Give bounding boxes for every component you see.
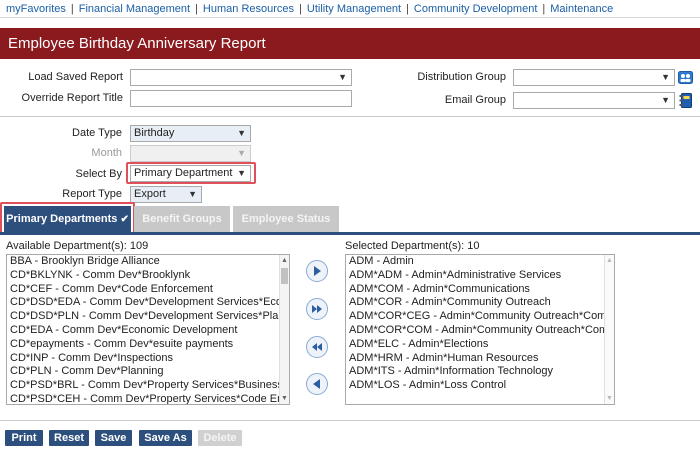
arrow-right-icon [314,266,321,276]
report-type-value: Export [134,188,166,200]
chevron-down-icon: ▼ [661,95,670,105]
list-item[interactable]: CD*EDA - Comm Dev*Economic Development [7,324,289,338]
list-item[interactable]: CD*DSD*EDA - Comm Dev*Development Servic… [7,296,289,310]
top-nav: myFavorites | Financial Management | Hum… [0,0,700,18]
list-scrollbar[interactable]: ▲ ▼ [279,255,289,404]
scroll-down-icon[interactable]: ▼ [606,395,613,402]
list-item[interactable]: ADM*ELC - Admin*Elections [346,338,614,352]
override-report-title-input[interactable] [130,90,352,107]
move-right-button[interactable] [306,260,328,282]
tab-label: Benefit Groups [142,213,222,225]
save-as-button[interactable]: Save As [139,430,192,446]
list-scrollbar[interactable]: ▲ ▼ [604,255,614,404]
selected-departments-label: Selected Department(s): 10 [345,240,480,252]
date-type-select[interactable]: Birthday ▼ [130,125,251,142]
list-item[interactable]: ADM*ADM - Admin*Administrative Services [346,269,614,283]
load-saved-report-label: Load Saved Report [28,71,123,83]
list-item[interactable]: ADM*ITS - Admin*Information Technology [346,365,614,379]
list-item[interactable]: ADM*COR - Admin*Community Outreach [346,296,614,310]
available-departments-list[interactable]: BBA - Brooklyn Bridge Alliance CD*BKLYNK… [6,254,290,405]
arrow-left-icon [313,379,320,389]
list-item[interactable]: ADM - Admin [346,255,614,269]
chevron-down-icon: ▼ [661,72,670,82]
list-item[interactable]: CD*PLN - Comm Dev*Planning [7,365,289,379]
select-by-select[interactable]: Primary Department ▼ [130,165,251,182]
nav-human-resources[interactable]: Human Resources [203,3,294,15]
nav-separator: | [299,2,302,15]
nav-financial-management[interactable]: Financial Management [79,3,190,15]
month-select[interactable]: ▼ [130,145,251,162]
nav-maintenance[interactable]: Maintenance [550,3,613,15]
list-item[interactable]: CD*INP - Comm Dev*Inspections [7,352,289,366]
list-item[interactable]: CD*epayments - Comm Dev*esuite payments [7,338,289,352]
save-button[interactable]: Save [95,430,132,446]
tab-label: Employee Status [241,213,331,225]
nav-separator: | [195,2,198,15]
distribution-group-edit-button[interactable] [678,70,693,85]
month-label: Month [91,147,122,159]
scroll-up-icon[interactable]: ▲ [606,257,613,264]
chevron-down-icon: ▼ [338,72,347,82]
list-item[interactable]: CD*CEF - Comm Dev*Code Enforcement [7,283,289,297]
chevron-down-icon: ▼ [237,148,246,158]
list-item[interactable]: CD*BKLYNK - Comm Dev*Brooklynk [7,269,289,283]
distribution-group-select[interactable]: ▼ [513,69,675,86]
tab-employee-status[interactable]: Employee Status [233,206,339,232]
load-saved-report-select[interactable]: ▼ [130,69,352,86]
email-group-label: Email Group [444,94,506,106]
nav-community-development[interactable]: Community Development [414,3,538,15]
list-item[interactable]: ADM*COR*COM - Admin*Community Outreach*C… [346,324,614,338]
double-arrow-left-icon [312,343,322,351]
list-item[interactable]: BBA - Brooklyn Bridge Alliance [7,255,289,269]
move-all-left-button[interactable] [306,336,328,358]
scroll-down-icon[interactable]: ▼ [281,395,288,402]
nav-separator: | [542,2,546,15]
nav-separator: | [70,2,74,15]
tab-highlight [0,202,135,234]
reset-button[interactable]: Reset [49,430,89,446]
move-all-right-button[interactable] [306,298,328,320]
list-item[interactable]: ADM*COR*CEG - Admin*Community Outreach*C… [346,310,614,324]
date-type-value: Birthday [134,127,175,139]
scroll-thumb[interactable] [281,268,288,284]
double-arrow-right-icon [312,305,322,313]
list-item[interactable]: ADM*COM - Admin*Communications [346,283,614,297]
email-group-book-button[interactable] [678,93,693,108]
list-item[interactable]: ADM*LOS - Admin*Loss Control [346,379,614,393]
select-by-label: Select By [75,168,122,180]
chevron-down-icon: ▼ [188,189,197,199]
chevron-down-icon: ▼ [237,168,246,178]
scroll-up-icon[interactable]: ▲ [281,257,288,264]
list-item[interactable]: CD*PSD*BRL - Comm Dev*Property Services*… [7,379,289,393]
report-type-label: Report Type [62,188,122,200]
divider [0,116,700,117]
report-type-select[interactable]: Export ▼ [130,186,202,203]
date-type-label: Date Type [72,127,122,139]
override-report-title-label: Override Report Title [21,92,123,104]
chevron-down-icon: ▼ [237,128,246,138]
people-card-icon [678,71,693,84]
tab-benefit-groups[interactable]: Benefit Groups [134,206,230,232]
available-departments-label: Available Department(s): 109 [6,240,149,252]
tab-underline [0,232,700,235]
nav-separator: | [406,2,409,15]
list-item[interactable]: CD*DSD*PLN - Comm Dev*Development Servic… [7,310,289,324]
nav-utility-management[interactable]: Utility Management [307,3,401,15]
list-item[interactable]: ADM*HRM - Admin*Human Resources [346,352,614,366]
email-group-select[interactable]: ▼ [513,92,675,109]
move-left-button[interactable] [306,373,328,395]
address-book-icon [679,93,692,108]
distribution-group-label: Distribution Group [417,71,506,83]
selected-departments-list[interactable]: ADM - Admin ADM*ADM - Admin*Administrati… [345,254,615,405]
nav-my-favorites[interactable]: myFavorites [6,3,66,15]
list-item[interactable]: CD*PSD*CEH - Comm Dev*Property Services*… [7,393,289,404]
delete-button[interactable]: Delete [198,430,242,446]
page-title: Employee Birthday Anniversary Report [0,28,700,59]
select-by-value: Primary Department [134,167,233,179]
print-button[interactable]: Print [5,430,43,446]
